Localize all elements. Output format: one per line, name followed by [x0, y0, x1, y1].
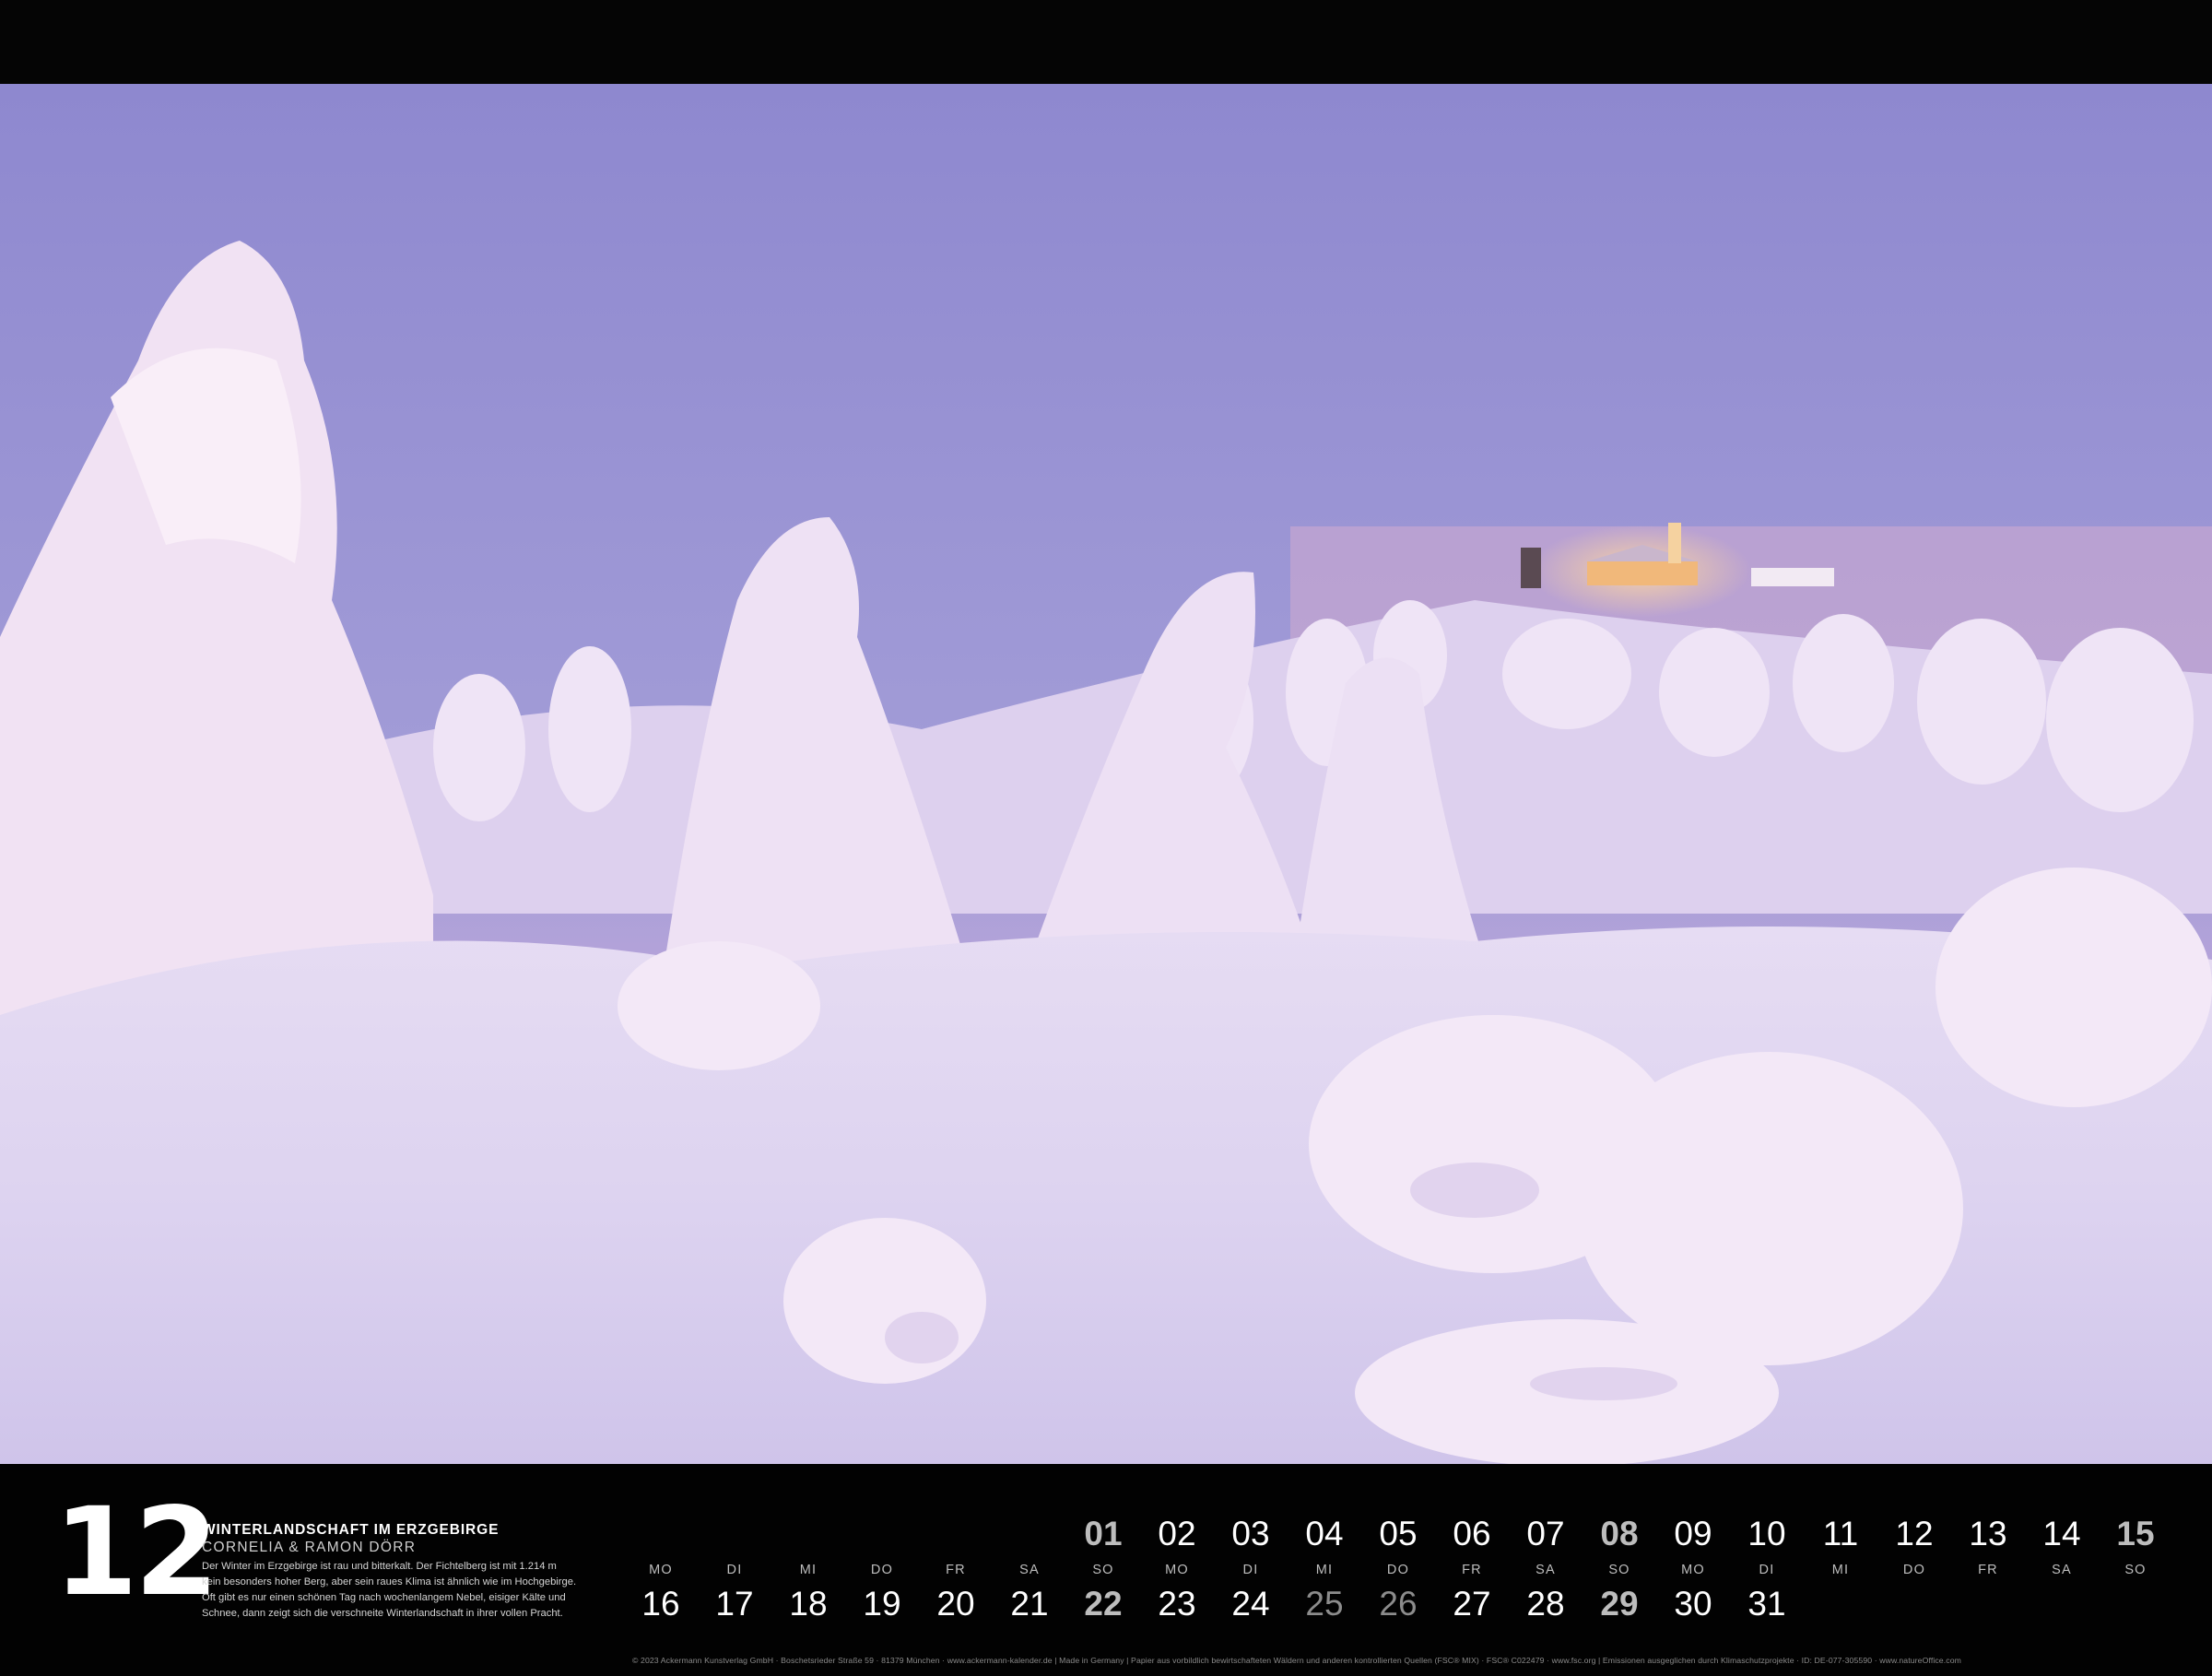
calendar-day: 08 [1600, 1515, 1639, 1552]
weekday-label: SA [1019, 1563, 1040, 1577]
calendar-day: 17 [715, 1585, 754, 1623]
calendar-day: 30 [1674, 1585, 1712, 1623]
calendar-day: 11 [1822, 1515, 1859, 1552]
weekday-label: MI [799, 1563, 818, 1577]
calendar-day: 20 [936, 1585, 975, 1623]
weekday-label: DI [1759, 1563, 1775, 1577]
calendar-day: 04 [1305, 1515, 1344, 1552]
calendar-day: 24 [1231, 1585, 1270, 1623]
caption-line: Schnee, dann zeigt sich die verschneite … [202, 1608, 563, 1619]
calendar-day: 14 [2042, 1515, 2081, 1552]
caption-credit: CORNELIA & RAMON DÖRR [202, 1540, 417, 1555]
calendar-day: 18 [789, 1585, 828, 1623]
calendar-day: 25 [1305, 1585, 1344, 1623]
weekday-label: DO [870, 1563, 894, 1577]
calendar-day: 05 [1379, 1515, 1418, 1552]
caption-text: Der Winter im Erzgebirge ist rau und bit… [202, 1559, 617, 1622]
calendar-day: 27 [1453, 1585, 1491, 1623]
calendar-day: 06 [1453, 1515, 1491, 1552]
caption-line: Der Winter im Erzgebirge ist rau und bit… [202, 1561, 557, 1572]
weekday-label: MO [1681, 1563, 1705, 1577]
weekday-label: SO [1092, 1563, 1114, 1577]
photo-caption: WINTERLANDSCHAFT IM ERZGEBIRGE CORNELIA … [202, 1521, 617, 1622]
weekday-label: SA [1535, 1563, 1556, 1577]
calendar-day: 23 [1158, 1585, 1196, 1623]
calendar-day: 16 [641, 1585, 680, 1623]
weekday-label: MO [649, 1563, 673, 1577]
calendar-day: 19 [863, 1585, 901, 1623]
weekday-label: MI [1831, 1563, 1850, 1577]
month-number: 12 [53, 1481, 219, 1623]
weekday-label: MO [1165, 1563, 1189, 1577]
calendar-day: 02 [1158, 1515, 1196, 1552]
calendar-day: 01 [1084, 1515, 1123, 1552]
calendar-day: 07 [1526, 1515, 1565, 1552]
calendar-day: 13 [1969, 1515, 2007, 1552]
top-black-bar [0, 0, 2212, 84]
calendar-strip: 12 WINTERLANDSCHAFT IM ERZGEBIRGE CORNEL… [0, 1464, 2212, 1676]
calendar-day: 28 [1526, 1585, 1565, 1623]
weekday-label: FR [946, 1563, 966, 1577]
winter-landscape-photo [0, 84, 2212, 1464]
weekday-label: FR [1978, 1563, 1998, 1577]
calendar-day: 03 [1231, 1515, 1270, 1552]
calendar-day: 26 [1379, 1585, 1418, 1623]
weekday-label: DO [1386, 1563, 1410, 1577]
weekday-label: DI [726, 1563, 743, 1577]
calendar-day: 22 [1084, 1585, 1123, 1623]
weekday-label: SO [1608, 1563, 1630, 1577]
weekday-label: MI [1315, 1563, 1334, 1577]
calendar-day: 31 [1747, 1585, 1786, 1623]
weekday-label: DO [1902, 1563, 1926, 1577]
caption-title: WINTERLANDSCHAFT IM ERZGEBIRGE [202, 1522, 500, 1538]
publisher-footer: © 2023 Ackermann Kunstverlag GmbH · Bosc… [632, 1656, 1961, 1665]
calendar-day: 09 [1674, 1515, 1712, 1552]
caption-line: kein besonders hoher Berg, aber sein rau… [202, 1576, 577, 1587]
weekday-label: SA [2052, 1563, 2072, 1577]
calendar-day: 12 [1895, 1515, 1934, 1552]
calendar-day: 15 [2116, 1515, 2155, 1552]
weekday-label: SO [2124, 1563, 2147, 1577]
calendar-day: 10 [1747, 1515, 1786, 1552]
calendar-day: 29 [1600, 1585, 1639, 1623]
calendar-day: 21 [1010, 1585, 1049, 1623]
weekday-label: FR [1462, 1563, 1482, 1577]
weekday-label: DI [1242, 1563, 1259, 1577]
caption-line: Oft gibt es nur einen schönen Tag nach w… [202, 1592, 566, 1603]
